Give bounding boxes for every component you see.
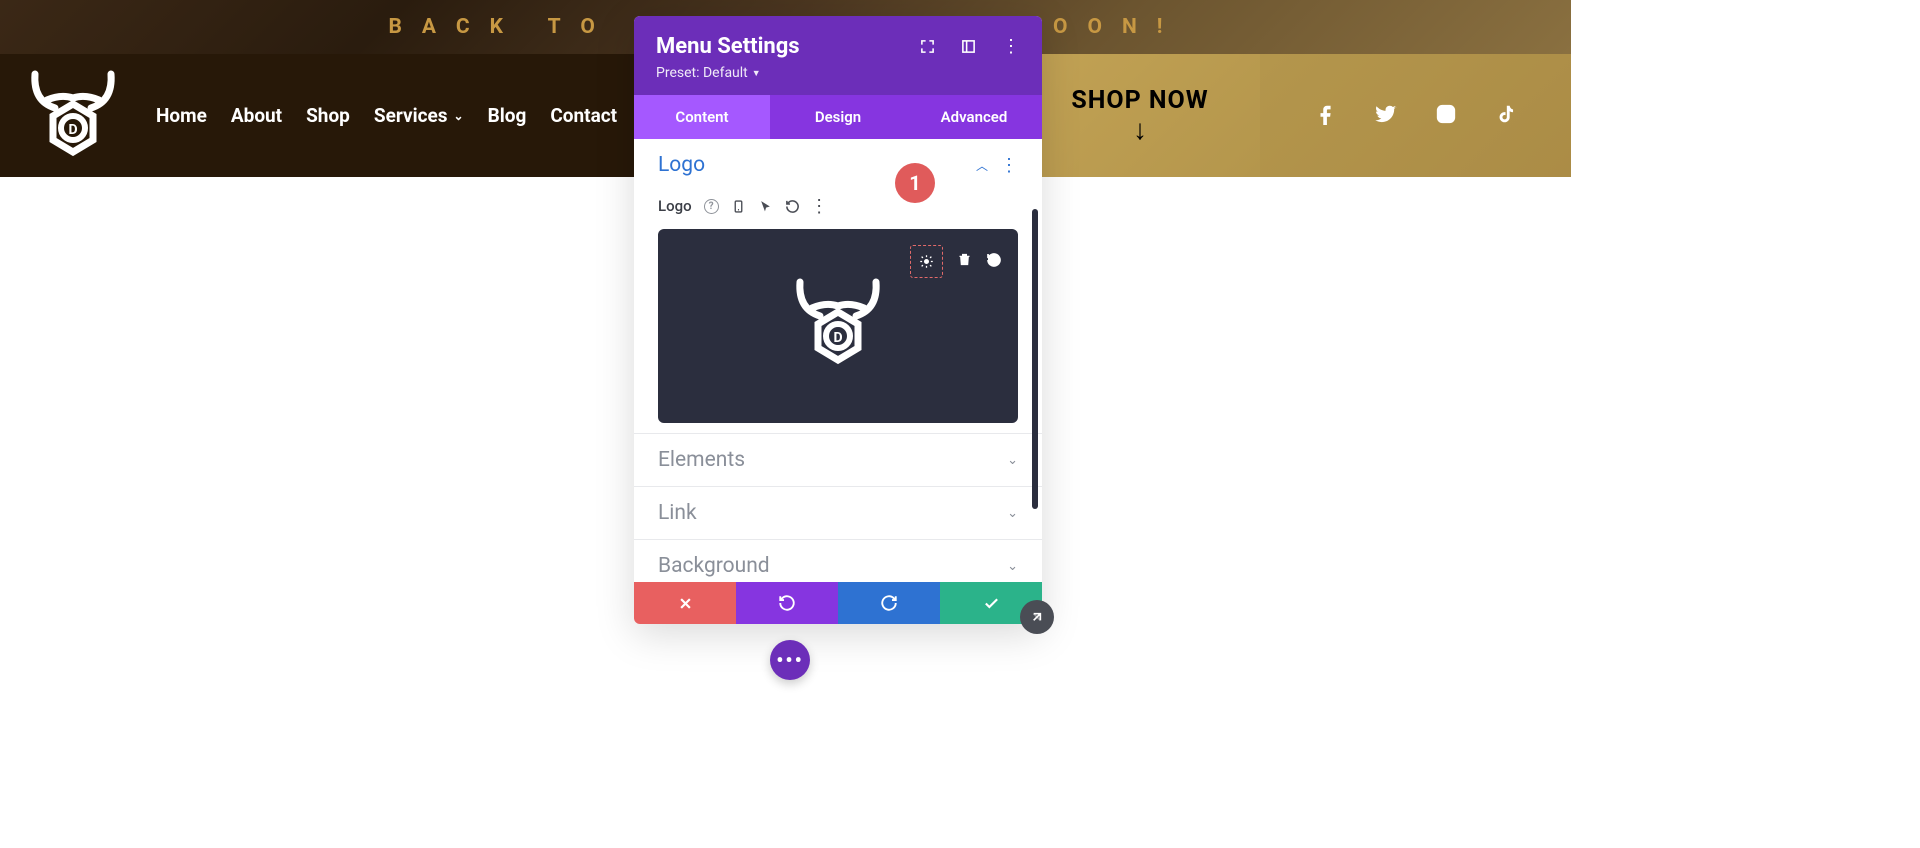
help-icon[interactable]: ? — [704, 199, 719, 214]
cancel-button[interactable] — [634, 582, 736, 624]
logo-field-row: Logo ? — [658, 191, 1018, 229]
nav-item-services[interactable]: Services⌄ — [374, 104, 464, 127]
section-title: Background — [658, 554, 770, 578]
twitter-icon[interactable] — [1375, 103, 1397, 129]
logo-image-well[interactable]: D — [658, 229, 1018, 423]
section-elements: Elements ⌄ — [634, 434, 1042, 486]
hover-icon[interactable] — [758, 199, 773, 214]
logo-field-label: Logo — [658, 197, 692, 215]
tab-content[interactable]: Content — [634, 95, 770, 139]
tab-design[interactable]: Design — [770, 95, 906, 139]
image-settings-button[interactable] — [910, 245, 943, 278]
responsive-icon[interactable] — [731, 199, 746, 214]
scrollbar[interactable] — [1032, 209, 1038, 509]
section-background: Background ⌄ — [634, 540, 1042, 582]
preset-selector[interactable]: Preset: Default ▼ — [656, 65, 1020, 81]
wireframe-icon[interactable] — [961, 39, 976, 54]
annotation-badge-1: 1 — [895, 163, 935, 203]
chevron-up-icon[interactable]: ︿ — [976, 157, 988, 174]
social-links — [1260, 54, 1571, 177]
nav-item-blog[interactable]: Blog — [488, 104, 527, 127]
menu-settings-modal: Menu Settings Preset: Default ▼ Content … — [634, 16, 1042, 624]
primary-menu: Home About Shop Services⌄ Blog Contact — [156, 104, 617, 127]
section-more-icon[interactable] — [1000, 155, 1018, 176]
redo-button[interactable] — [838, 582, 940, 624]
builder-fab[interactable]: ••• — [770, 640, 810, 680]
arrow-down-icon: ↓ — [1133, 113, 1147, 146]
section-title: Link — [658, 501, 697, 525]
nav-item-shop[interactable]: Shop — [306, 104, 350, 127]
logo-preview: D — [788, 274, 888, 378]
triangle-down-icon: ▼ — [752, 68, 761, 79]
chevron-down-icon[interactable]: ⌄ — [1007, 453, 1018, 468]
tab-advanced[interactable]: Advanced — [906, 95, 1042, 139]
nav-item-about[interactable]: About — [231, 104, 282, 127]
section-link-header[interactable]: Link ⌄ — [658, 487, 1018, 539]
field-more-icon[interactable] — [812, 199, 827, 214]
nav-item-contact[interactable]: Contact — [550, 104, 617, 127]
shop-now-cta[interactable]: SHOP NOW ↓ — [1020, 54, 1260, 177]
chevron-down-icon[interactable]: ⌄ — [1007, 506, 1018, 521]
section-logo-header[interactable]: Logo ︿ — [658, 139, 1018, 191]
tiktok-icon[interactable] — [1495, 103, 1517, 129]
site-logo[interactable]: D — [18, 66, 128, 166]
svg-text:D: D — [68, 122, 77, 138]
svg-text:D: D — [833, 330, 842, 346]
reset-image-icon[interactable] — [986, 252, 1002, 272]
modal-body: Logo ︿ Logo ? — [634, 139, 1042, 582]
section-background-header[interactable]: Background ⌄ — [658, 540, 1018, 582]
shop-now-label: SHOP NOW — [1071, 86, 1208, 115]
undo-button[interactable] — [736, 582, 838, 624]
section-title: Logo — [658, 153, 705, 177]
modal-header: Menu Settings Preset: Default ▼ — [634, 16, 1042, 95]
more-icon[interactable] — [1002, 36, 1020, 57]
facebook-icon[interactable] — [1315, 103, 1337, 129]
section-link: Link ⌄ — [634, 487, 1042, 539]
section-elements-header[interactable]: Elements ⌄ — [658, 434, 1018, 486]
reset-icon[interactable] — [785, 199, 800, 214]
section-logo: Logo ︿ Logo ? — [634, 139, 1042, 423]
section-title: Elements — [658, 448, 745, 472]
nav-item-home[interactable]: Home — [156, 104, 207, 127]
instagram-icon[interactable] — [1435, 103, 1457, 129]
chevron-down-icon[interactable]: ⌄ — [1007, 559, 1018, 574]
expand-icon[interactable] — [920, 39, 935, 54]
preset-label: Preset: Default — [656, 65, 748, 81]
modal-tabs: Content Design Advanced — [634, 95, 1042, 139]
modal-title: Menu Settings — [656, 34, 800, 59]
chevron-down-icon: ⌄ — [454, 109, 464, 123]
modal-footer — [634, 582, 1042, 624]
delete-image-icon[interactable] — [957, 252, 972, 271]
resize-handle[interactable] — [1020, 600, 1054, 634]
